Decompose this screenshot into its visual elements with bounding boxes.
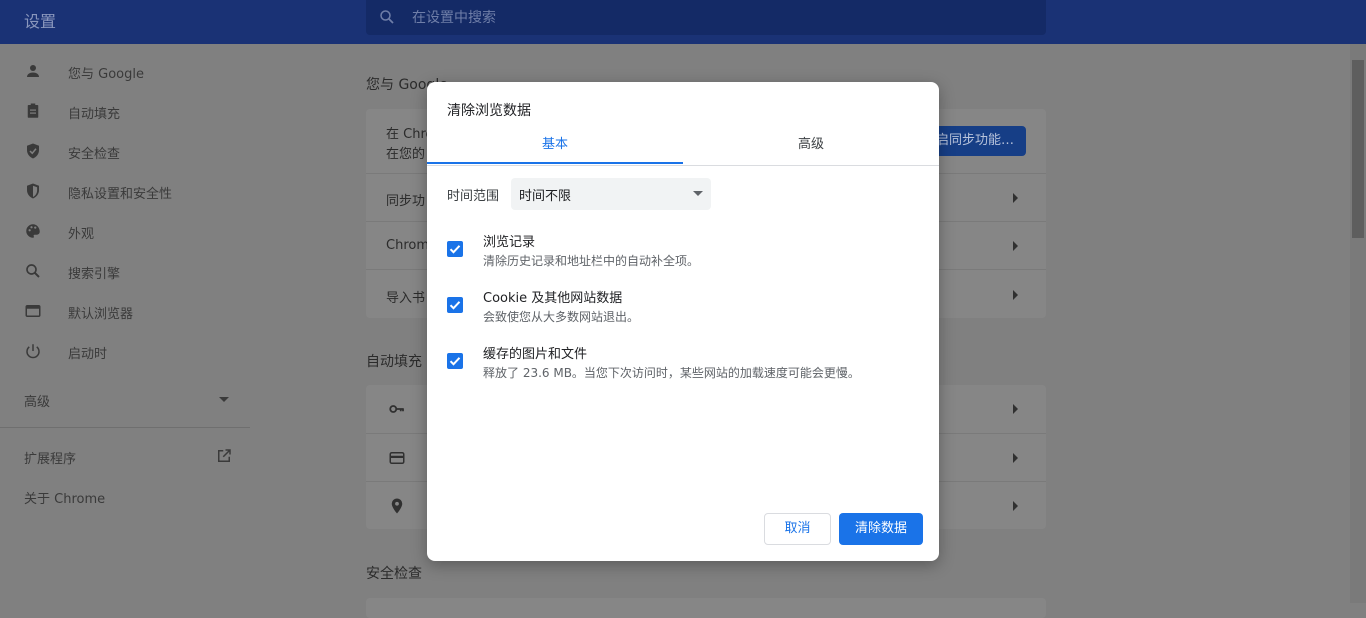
sidebar-item-about-chrome[interactable]: 关于 Chrome [24,488,105,507]
search-icon [380,10,394,24]
sidebar-item-label: 默认浏览器 [68,307,134,322]
option-description: 释放了 23.6 MB。当您下次访问时，某些网站的加载速度可能会更慢。 [483,366,860,380]
tab-advanced[interactable]: 高级 [683,126,939,164]
search-icon [26,264,40,278]
search-placeholder: 在设置中搜索 [412,10,496,26]
location-pin-icon [391,498,403,514]
dropdown-arrow-icon [693,191,703,196]
option-description: 清除历史记录和地址栏中的自动补全项。 [483,254,700,268]
clear-browsing-data-dialog: 清除浏览数据 基本 高级 时间范围 时间不限 浏览记录 清除历史记录和地址栏中的… [427,82,939,561]
sidebar-item-default-browser[interactable]: 默认浏览器 [0,291,250,331]
power-icon [26,344,40,359]
time-range-select[interactable]: 时间不限 [511,178,711,210]
browsing-history-checkbox[interactable] [447,241,463,257]
sidebar-item-on-startup[interactable]: 启动时 [0,331,250,371]
sidebar-item-label: 启动时 [68,347,108,362]
settings-row-sync[interactable]: 同步功 [386,190,425,209]
tab-basic[interactable]: 基本 [427,126,683,164]
sidebar-advanced[interactable]: 高级 [24,391,50,410]
scrollbar-thumb[interactable] [1352,60,1364,238]
checkmark-icon [449,245,461,254]
palette-icon [26,224,40,238]
chevron-right-icon[interactable] [1013,501,1018,511]
cancel-button[interactable]: 取消 [764,513,831,545]
option-title: Cookie 及其他网站数据 [483,291,623,306]
key-icon [389,405,404,413]
sidebar-item-you-and-google[interactable]: 您与 Google [0,51,250,91]
top-bar: 设置 在设置中搜索 [0,0,1366,44]
checkmark-icon [449,301,461,310]
chevron-down-icon[interactable] [219,397,229,402]
sync-promo-line2: 在您的 [386,147,426,162]
sidebar-item-label: 安全检查 [68,147,121,162]
option-title: 浏览记录 [483,235,536,250]
shield-check-icon [27,143,39,159]
browser-icon [25,305,41,317]
chevron-right-icon[interactable] [1013,404,1018,414]
safety-card [366,598,1046,618]
chevron-right-icon[interactable] [1013,453,1018,463]
sidebar-item-autofill[interactable]: 自动填充 [0,91,250,131]
cache-checkbox[interactable] [447,353,463,369]
time-range-value: 时间不限 [519,189,572,204]
person-icon [27,65,39,77]
clear-data-button[interactable]: 清除数据 [839,513,923,545]
search-input[interactable]: 在设置中搜索 [366,0,1046,35]
divider [0,427,250,428]
chevron-right-icon[interactable] [1013,241,1018,251]
sidebar-item-search-engine[interactable]: 搜索引擎 [0,251,250,291]
option-title: 缓存的图片和文件 [483,347,588,362]
divider [427,165,939,166]
sidebar-item-label: 外观 [68,227,95,242]
credit-card-icon [389,452,405,464]
sidebar-item-safety-check[interactable]: 安全检查 [0,131,250,171]
sidebar: 您与 Google 自动填充 安全检查 隐私设置和安全性 外观 搜索引擎 默认浏… [0,44,250,603]
page-title: 设置 [24,12,57,31]
cookies-checkbox[interactable] [447,297,463,313]
sidebar-item-extensions[interactable]: 扩展程序 [24,448,76,467]
open-in-new-icon[interactable] [215,447,233,465]
turn-on-sync-button[interactable]: 启同步功能… [926,126,1026,156]
dialog-title: 清除浏览数据 [447,103,531,119]
sidebar-item-appearance[interactable]: 外观 [0,211,250,251]
sidebar-item-label: 自动填充 [68,107,121,122]
clipboard-icon [27,103,39,118]
checkmark-icon [449,357,461,366]
settings-row-import[interactable]: 导入书 [386,287,425,306]
chevron-right-icon[interactable] [1013,193,1018,203]
sidebar-item-label: 您与 Google [68,67,144,82]
active-tab-indicator [427,162,683,164]
option-description: 会致使您从大多数网站退出。 [483,310,640,324]
sidebar-item-label: 搜索引擎 [68,267,121,282]
section-title-safety-check: 安全检查 [366,566,422,582]
sidebar-item-label: 隐私设置和安全性 [68,187,173,202]
section-title-autofill: 自动填充 [366,354,422,370]
shield-icon [27,183,39,199]
sidebar-item-privacy[interactable]: 隐私设置和安全性 [0,171,250,211]
chevron-right-icon[interactable] [1013,290,1018,300]
time-range-label: 时间范围 [447,189,500,204]
